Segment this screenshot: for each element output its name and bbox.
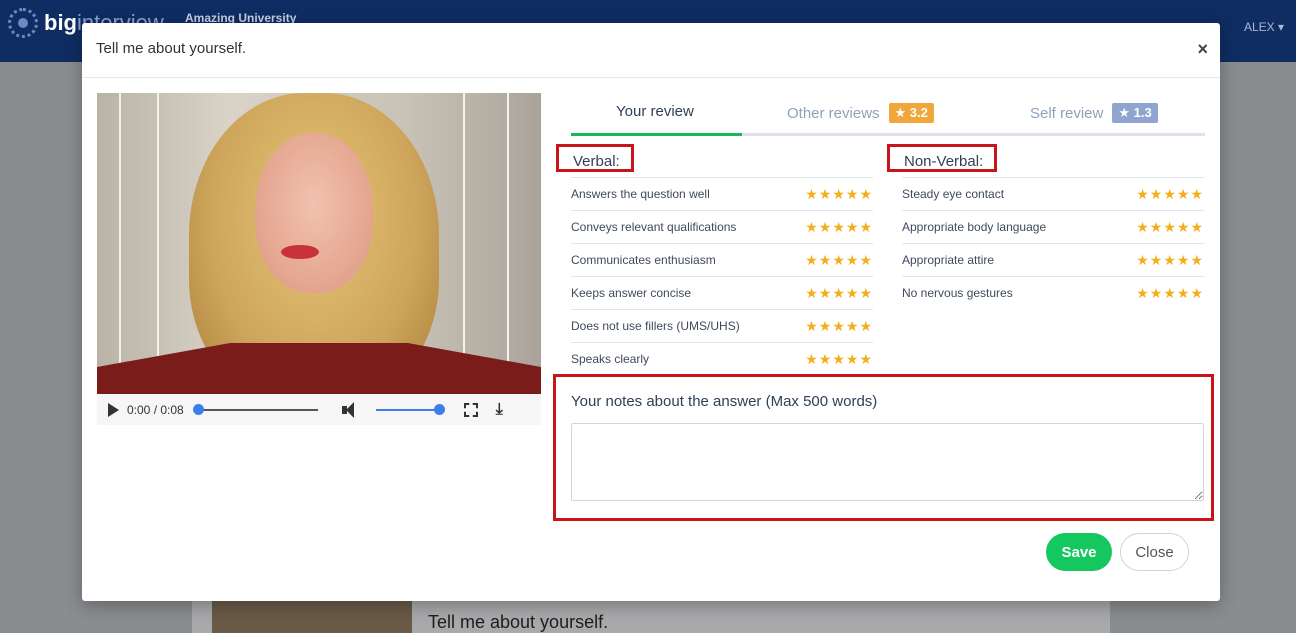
- modal-header: Tell me about yourself. ×: [82, 23, 1220, 78]
- criteria-label: Answers the question well: [571, 187, 710, 201]
- criteria-row: Communicates enthusiasm ★★★★★: [571, 243, 873, 276]
- fullscreen-icon[interactable]: [463, 402, 478, 417]
- background-video-thumbnail: [212, 601, 412, 633]
- close-icon[interactable]: ×: [1197, 39, 1208, 60]
- video-player[interactable]: 0:00 / 0:08 ⤓: [97, 93, 541, 425]
- review-tabs: Your review Other reviews ★ 3.2 Self rev…: [571, 93, 1205, 136]
- review-modal: Tell me about yourself. × 0:00 / 0:08 ⤓ …: [82, 23, 1220, 601]
- criteria-label: Communicates enthusiasm: [571, 253, 716, 267]
- nonverbal-heading: Non-Verbal:: [887, 144, 998, 172]
- video-frame[interactable]: [97, 93, 541, 394]
- volume-handle[interactable]: [433, 403, 445, 415]
- criteria-label: Appropriate body language: [902, 220, 1047, 234]
- tab-self-review[interactable]: Self review ★ 1.3: [1030, 103, 1158, 123]
- volume-slider[interactable]: [375, 403, 445, 415]
- active-tab-indicator: [571, 133, 742, 136]
- logo-text-1: big: [44, 10, 77, 35]
- star-rating[interactable]: ★★★★★: [1136, 252, 1204, 269]
- star-rating[interactable]: ★★★★★: [805, 252, 873, 269]
- star-rating[interactable]: ★★★★★: [1136, 219, 1204, 236]
- criteria-row: Appropriate attire ★★★★★: [902, 243, 1204, 276]
- logo-icon: [8, 8, 38, 38]
- star-rating[interactable]: ★★★★★: [805, 351, 873, 368]
- criteria-label: No nervous gestures: [902, 286, 1013, 300]
- star-rating[interactable]: ★★★★★: [1136, 186, 1204, 203]
- tab-other-reviews[interactable]: Other reviews ★ 3.2: [787, 103, 934, 123]
- video-time: 0:00 / 0:08: [127, 402, 184, 417]
- star-rating[interactable]: ★★★★★: [805, 285, 873, 302]
- criteria-row: Appropriate body language ★★★★★: [902, 210, 1204, 243]
- criteria-row: Does not use fillers (UMS/UHS) ★★★★★: [571, 309, 873, 342]
- nonverbal-criteria-list: Steady eye contact ★★★★★ Appropriate body…: [902, 177, 1204, 309]
- volume-icon[interactable]: [341, 401, 362, 418]
- progress-handle[interactable]: [192, 403, 204, 415]
- star-rating[interactable]: ★★★★★: [805, 318, 873, 335]
- verbal-heading: Verbal:: [556, 144, 634, 172]
- tab-your-review[interactable]: Your review: [616, 103, 694, 120]
- rating-badge: ★ 3.2: [888, 103, 934, 123]
- tab-label: Other reviews: [787, 104, 880, 122]
- modal-title: Tell me about yourself.: [96, 40, 247, 57]
- video-controls: 0:00 / 0:08 ⤓: [97, 394, 541, 425]
- tab-label: Self review: [1030, 104, 1104, 122]
- user-menu[interactable]: ALEX ▾: [1244, 20, 1284, 34]
- criteria-label: Appropriate attire: [902, 253, 995, 267]
- criteria-row: Answers the question well ★★★★★: [571, 177, 873, 210]
- notes-label: Your notes about the answer (Max 500 wor…: [571, 393, 878, 410]
- close-button[interactable]: Close: [1120, 533, 1189, 571]
- rating-badge: ★ 1.3: [1112, 103, 1158, 123]
- criteria-label: Conveys relevant qualifications: [571, 220, 737, 234]
- play-icon[interactable]: [108, 402, 119, 417]
- criteria-row: Speaks clearly ★★★★★: [571, 342, 873, 375]
- star-rating[interactable]: ★★★★★: [805, 186, 873, 203]
- criteria-label: Speaks clearly: [571, 352, 650, 366]
- criteria-row: Conveys relevant qualifications ★★★★★: [571, 210, 873, 243]
- criteria-label: Keeps answer concise: [571, 286, 692, 300]
- criteria-label: Steady eye contact: [902, 187, 1005, 201]
- verbal-criteria-list: Answers the question well ★★★★★ Conveys r…: [571, 177, 873, 375]
- notes-textarea[interactable]: [571, 423, 1204, 501]
- star-rating[interactable]: ★★★★★: [1136, 285, 1204, 302]
- save-button[interactable]: Save: [1046, 533, 1112, 571]
- video-progress-bar[interactable]: [192, 403, 318, 415]
- criteria-label: Does not use fillers (UMS/UHS): [571, 319, 740, 333]
- criteria-row: Steady eye contact ★★★★★: [902, 177, 1204, 210]
- criteria-row: No nervous gestures ★★★★★: [902, 276, 1204, 309]
- criteria-row: Keeps answer concise ★★★★★: [571, 276, 873, 309]
- download-icon[interactable]: ⤓: [496, 401, 503, 419]
- notes-section: Your notes about the answer (Max 500 wor…: [553, 374, 1214, 521]
- tab-label: Your review: [616, 103, 694, 120]
- star-rating[interactable]: ★★★★★: [805, 219, 873, 236]
- background-question-title: Tell me about yourself.: [428, 612, 609, 632]
